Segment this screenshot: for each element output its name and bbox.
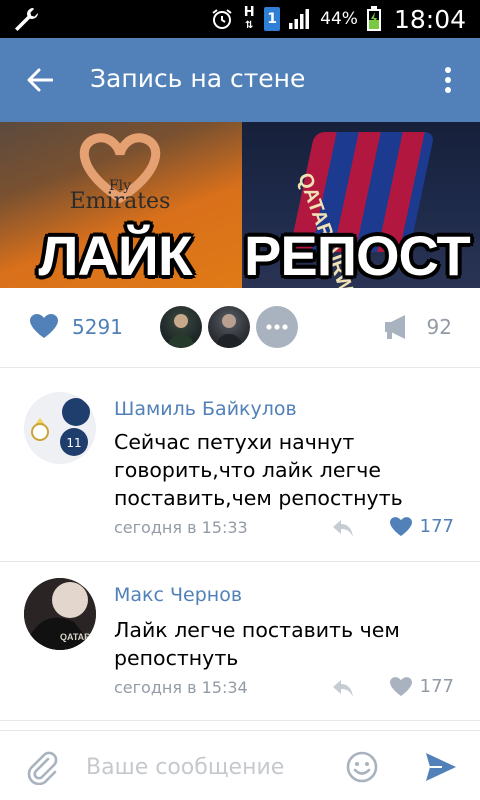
send-icon[interactable] — [424, 751, 458, 783]
divider — [0, 720, 480, 721]
message-input[interactable] — [76, 745, 336, 789]
more-vertical-icon — [445, 67, 451, 93]
comment-likes-count: 177 — [419, 516, 454, 537]
comment-like-button[interactable]: 177 — [389, 676, 454, 697]
app-bar: Запись на стене — [0, 38, 480, 122]
heart-icon — [389, 516, 412, 536]
alarm-clock-icon — [212, 9, 232, 29]
post-image[interactable]: Fly Emirates QATAR AIRWAYS ЛАЙК РЕПОСТ — [0, 122, 480, 288]
liked-by-avatars[interactable] — [160, 306, 298, 348]
person-silhouette-icon — [215, 314, 243, 348]
comment-item: 11 Шамиль Байкулов Сейчас петухи начнут … — [0, 368, 480, 562]
emoji-icon[interactable] — [346, 751, 378, 783]
post-actions-row: 5291 92 — [0, 288, 480, 368]
svg-text:QATAR: QATAR — [60, 632, 91, 642]
message-composer — [0, 730, 480, 800]
avatar[interactable]: QATAR — [24, 578, 96, 650]
battery-charging-icon — [366, 6, 381, 31]
reply-icon[interactable] — [332, 519, 354, 539]
person-silhouette-icon — [167, 314, 195, 348]
avatar[interactable]: 11 — [24, 392, 96, 464]
more-horizontal-icon — [266, 324, 288, 330]
person-photo-avatar-image: QATAR — [24, 578, 96, 650]
comment-author[interactable]: Шамиль Байкулов — [114, 398, 297, 420]
more-likers-button[interactable] — [256, 306, 298, 348]
wrench-icon — [15, 8, 38, 31]
battery-percent: 44% — [320, 9, 358, 29]
network-type-indicator: H ⇅ — [243, 4, 255, 31]
comment-item: QATAR Макс Чернов Лайк легче поставить ч… — [0, 562, 480, 720]
comment-timestamp: сегодня в 15:34 — [114, 678, 248, 697]
heart-icon — [30, 314, 58, 338]
arrow-left-icon — [27, 68, 53, 92]
club-badges-avatar-image: 11 — [24, 392, 96, 464]
avatar[interactable] — [160, 306, 202, 348]
sim-slot-badge: 1 — [264, 7, 281, 31]
comment-likes-count: 177 — [419, 676, 454, 697]
heart-icon — [389, 676, 412, 696]
comment-author[interactable]: Макс Чернов — [114, 584, 242, 606]
comment-like-button[interactable]: 177 — [389, 516, 454, 537]
likes-count: 5291 — [72, 314, 123, 339]
clock-time: 18:04 — [393, 4, 466, 34]
reposts-count: 92 — [426, 315, 452, 339]
like-button[interactable]: 5291 — [30, 314, 123, 339]
svg-text:11: 11 — [66, 436, 81, 450]
meme-caption-like: ЛАЙК — [38, 224, 192, 287]
paperclip-icon[interactable] — [26, 751, 58, 785]
avatar[interactable] — [208, 306, 250, 348]
jersey-sponsor-text: Fly Emirates — [69, 178, 171, 214]
status-bar: H ⇅ 1 44% 18:04 — [0, 0, 480, 38]
page-title: Запись на стене — [90, 64, 306, 93]
megaphone-icon — [384, 315, 405, 339]
back-button[interactable] — [20, 60, 60, 100]
meme-caption-repost: РЕПОСТ — [244, 224, 471, 287]
reply-icon[interactable] — [332, 679, 354, 699]
comment-text: Лайк легче поставить чем репостнуть — [114, 618, 400, 670]
signal-strength-icon — [289, 9, 310, 29]
repost-button[interactable]: 92 — [383, 314, 452, 340]
overflow-menu-button[interactable] — [436, 60, 460, 100]
comment-text: Сейчас петухи начнут говорить,что лайк л… — [114, 430, 403, 510]
comment-timestamp: сегодня в 15:33 — [114, 518, 248, 537]
status-icons: H ⇅ 1 44% 18:04 — [210, 0, 466, 38]
